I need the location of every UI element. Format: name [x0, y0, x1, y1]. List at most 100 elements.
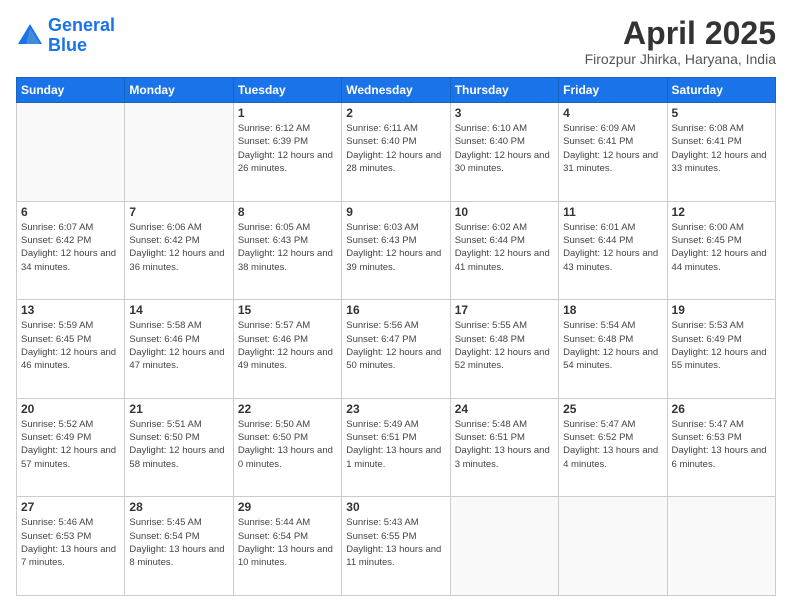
day-info: Sunrise: 5:59 AMSunset: 6:45 PMDaylight:… [21, 319, 120, 372]
day-info: Sunrise: 5:48 AMSunset: 6:51 PMDaylight:… [455, 418, 554, 471]
day-number: 4 [563, 106, 662, 120]
col-saturday: Saturday [667, 78, 775, 103]
day-info: Sunrise: 6:12 AMSunset: 6:39 PMDaylight:… [238, 122, 337, 175]
day-info: Sunrise: 6:05 AMSunset: 6:43 PMDaylight:… [238, 221, 337, 274]
table-row: 12 Sunrise: 6:00 AMSunset: 6:45 PMDayligh… [667, 201, 775, 300]
table-row: 13 Sunrise: 5:59 AMSunset: 6:45 PMDayligh… [17, 300, 125, 399]
day-number: 2 [346, 106, 445, 120]
table-row [125, 103, 233, 202]
day-number: 30 [346, 500, 445, 514]
header-right: April 2025 Firozpur Jhirka, Haryana, Ind… [585, 16, 776, 67]
header: General Blue April 2025 Firozpur Jhirka,… [16, 16, 776, 67]
day-info: Sunrise: 6:07 AMSunset: 6:42 PMDaylight:… [21, 221, 120, 274]
day-number: 23 [346, 402, 445, 416]
table-row [559, 497, 667, 596]
day-info: Sunrise: 5:47 AMSunset: 6:52 PMDaylight:… [563, 418, 662, 471]
table-row: 22 Sunrise: 5:50 AMSunset: 6:50 PMDayligh… [233, 398, 341, 497]
table-row: 16 Sunrise: 5:56 AMSunset: 6:47 PMDayligh… [342, 300, 450, 399]
day-info: Sunrise: 5:52 AMSunset: 6:49 PMDaylight:… [21, 418, 120, 471]
table-row: 27 Sunrise: 5:46 AMSunset: 6:53 PMDayligh… [17, 497, 125, 596]
col-thursday: Thursday [450, 78, 558, 103]
logo: General Blue [16, 16, 115, 56]
table-row: 2 Sunrise: 6:11 AMSunset: 6:40 PMDaylight… [342, 103, 450, 202]
table-row: 28 Sunrise: 5:45 AMSunset: 6:54 PMDayligh… [125, 497, 233, 596]
day-number: 6 [21, 205, 120, 219]
day-number: 15 [238, 303, 337, 317]
table-row: 25Sunrise: 5:47 AMSunset: 6:52 PMDayligh… [559, 398, 667, 497]
col-friday: Friday [559, 78, 667, 103]
day-number: 29 [238, 500, 337, 514]
table-row: 6 Sunrise: 6:07 AMSunset: 6:42 PMDaylight… [17, 201, 125, 300]
col-monday: Monday [125, 78, 233, 103]
day-info: Sunrise: 5:54 AMSunset: 6:48 PMDaylight:… [563, 319, 662, 372]
day-number: 12 [672, 205, 771, 219]
day-info: Sunrise: 6:03 AMSunset: 6:43 PMDaylight:… [346, 221, 445, 274]
table-row [17, 103, 125, 202]
day-number: 9 [346, 205, 445, 219]
calendar-week-row: 13 Sunrise: 5:59 AMSunset: 6:45 PMDayligh… [17, 300, 776, 399]
day-info: Sunrise: 5:53 AMSunset: 6:49 PMDaylight:… [672, 319, 771, 372]
day-info: Sunrise: 6:06 AMSunset: 6:42 PMDaylight:… [129, 221, 228, 274]
table-row: 1Sunrise: 6:12 AMSunset: 6:39 PMDaylight… [233, 103, 341, 202]
table-row: 10 Sunrise: 6:02 AMSunset: 6:44 PMDayligh… [450, 201, 558, 300]
table-row [667, 497, 775, 596]
table-row: 15 Sunrise: 5:57 AMSunset: 6:46 PMDayligh… [233, 300, 341, 399]
table-row: 9 Sunrise: 6:03 AMSunset: 6:43 PMDaylight… [342, 201, 450, 300]
day-number: 26 [672, 402, 771, 416]
table-row: 17 Sunrise: 5:55 AMSunset: 6:48 PMDayligh… [450, 300, 558, 399]
table-row: 14Sunrise: 5:58 AMSunset: 6:46 PMDayligh… [125, 300, 233, 399]
day-info: Sunrise: 6:11 AMSunset: 6:40 PMDaylight:… [346, 122, 445, 175]
day-info: Sunrise: 6:09 AMSunset: 6:41 PMDaylight:… [563, 122, 662, 175]
day-number: 5 [672, 106, 771, 120]
table-row: 18Sunrise: 5:54 AMSunset: 6:48 PMDayligh… [559, 300, 667, 399]
day-info: Sunrise: 6:02 AMSunset: 6:44 PMDaylight:… [455, 221, 554, 274]
table-row: 11 Sunrise: 6:01 AMSunset: 6:44 PMDayligh… [559, 201, 667, 300]
col-tuesday: Tuesday [233, 78, 341, 103]
day-number: 16 [346, 303, 445, 317]
day-info: Sunrise: 6:01 AMSunset: 6:44 PMDaylight:… [563, 221, 662, 274]
day-info: Sunrise: 5:57 AMSunset: 6:46 PMDaylight:… [238, 319, 337, 372]
day-number: 3 [455, 106, 554, 120]
day-number: 28 [129, 500, 228, 514]
day-info: Sunrise: 5:44 AMSunset: 6:54 PMDaylight:… [238, 516, 337, 569]
day-info: Sunrise: 6:08 AMSunset: 6:41 PMDaylight:… [672, 122, 771, 175]
table-row: 24 Sunrise: 5:48 AMSunset: 6:51 PMDayligh… [450, 398, 558, 497]
day-number: 22 [238, 402, 337, 416]
day-number: 8 [238, 205, 337, 219]
day-info: Sunrise: 5:43 AMSunset: 6:55 PMDaylight:… [346, 516, 445, 569]
day-number: 24 [455, 402, 554, 416]
table-row: 20 Sunrise: 5:52 AMSunset: 6:49 PMDayligh… [17, 398, 125, 497]
table-row: 23 Sunrise: 5:49 AMSunset: 6:51 PMDayligh… [342, 398, 450, 497]
day-info: Sunrise: 5:56 AMSunset: 6:47 PMDaylight:… [346, 319, 445, 372]
table-row: 8 Sunrise: 6:05 AMSunset: 6:43 PMDaylight… [233, 201, 341, 300]
day-info: Sunrise: 5:45 AMSunset: 6:54 PMDaylight:… [129, 516, 228, 569]
day-info: Sunrise: 6:00 AMSunset: 6:45 PMDaylight:… [672, 221, 771, 274]
table-row: 19Sunrise: 5:53 AMSunset: 6:49 PMDayligh… [667, 300, 775, 399]
logo-line1: General [48, 15, 115, 35]
table-row: 21Sunrise: 5:51 AMSunset: 6:50 PMDayligh… [125, 398, 233, 497]
table-row: 26 Sunrise: 5:47 AMSunset: 6:53 PMDayligh… [667, 398, 775, 497]
logo-text: General Blue [48, 16, 115, 56]
day-number: 21 [129, 402, 228, 416]
day-info: Sunrise: 5:47 AMSunset: 6:53 PMDaylight:… [672, 418, 771, 471]
day-number: 17 [455, 303, 554, 317]
month-title: April 2025 [585, 16, 776, 51]
day-info: Sunrise: 5:50 AMSunset: 6:50 PMDaylight:… [238, 418, 337, 471]
day-number: 11 [563, 205, 662, 219]
day-number: 27 [21, 500, 120, 514]
table-row: 3Sunrise: 6:10 AMSunset: 6:40 PMDaylight… [450, 103, 558, 202]
page: General Blue April 2025 Firozpur Jhirka,… [0, 0, 792, 612]
day-number: 20 [21, 402, 120, 416]
logo-icon [16, 22, 44, 50]
day-info: Sunrise: 5:58 AMSunset: 6:46 PMDaylight:… [129, 319, 228, 372]
calendar-week-row: 1Sunrise: 6:12 AMSunset: 6:39 PMDaylight… [17, 103, 776, 202]
table-row: 29 Sunrise: 5:44 AMSunset: 6:54 PMDayligh… [233, 497, 341, 596]
col-sunday: Sunday [17, 78, 125, 103]
calendar-week-row: 27 Sunrise: 5:46 AMSunset: 6:53 PMDayligh… [17, 497, 776, 596]
day-number: 13 [21, 303, 120, 317]
day-info: Sunrise: 5:46 AMSunset: 6:53 PMDaylight:… [21, 516, 120, 569]
day-number: 10 [455, 205, 554, 219]
table-row: 30 Sunrise: 5:43 AMSunset: 6:55 PMDayligh… [342, 497, 450, 596]
day-info: Sunrise: 5:55 AMSunset: 6:48 PMDaylight:… [455, 319, 554, 372]
day-info: Sunrise: 5:49 AMSunset: 6:51 PMDaylight:… [346, 418, 445, 471]
